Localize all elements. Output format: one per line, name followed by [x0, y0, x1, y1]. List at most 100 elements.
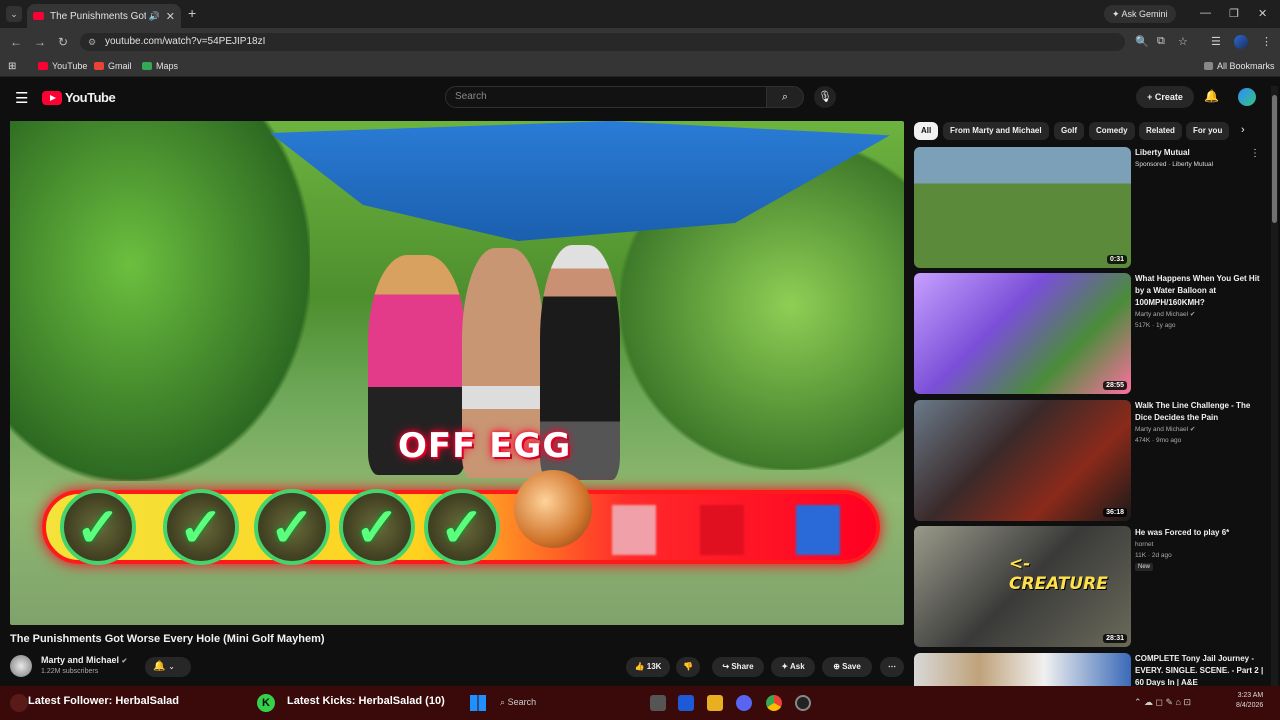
- thumbs-down-icon: 👎: [683, 662, 693, 671]
- task-view-icon[interactable]: [650, 695, 666, 711]
- more-actions-button[interactable]: ⋯: [880, 657, 904, 677]
- app-icon[interactable]: [678, 695, 694, 711]
- forward-icon[interactable]: →: [34, 35, 46, 49]
- recommendation-title[interactable]: What Happens When You Get Hit by a Water…: [1135, 273, 1267, 309]
- create-button[interactable]: + Create: [1136, 86, 1194, 108]
- egg-icon: [514, 470, 592, 548]
- save-button[interactable]: ⊕ Save: [822, 657, 872, 677]
- chrome-icon[interactable]: [766, 695, 782, 711]
- channel-name[interactable]: Marty and Michael ✔: [41, 655, 127, 665]
- bookmarks-bar: [0, 56, 1280, 77]
- search-icon: ⌕: [781, 91, 789, 103]
- media-controls-icon[interactable]: ☰: [1211, 35, 1221, 48]
- minimize-icon[interactable]: —: [1200, 7, 1211, 19]
- chevron-down-icon: ⌄: [168, 662, 175, 671]
- maximize-icon[interactable]: ❐: [1229, 7, 1239, 20]
- notifications-icon[interactable]: 🔔: [1204, 89, 1219, 103]
- site-info-icon[interactable]: ⚙: [88, 33, 96, 51]
- chip-for-you[interactable]: For you: [1186, 122, 1230, 140]
- save-label: Save: [842, 662, 861, 671]
- kick-icon: K: [257, 694, 275, 712]
- recommendation-thumbnail[interactable]: 28:55: [914, 273, 1131, 394]
- search-input[interactable]: Search: [445, 86, 767, 108]
- new-tab-button[interactable]: +: [188, 5, 196, 21]
- share-button[interactable]: ↪ Share: [712, 657, 764, 677]
- check-icon: ✓: [254, 489, 330, 565]
- recommendation-channel[interactable]: Marty and Michael ✔: [1135, 310, 1195, 320]
- like-button[interactable]: 👍 13K: [626, 657, 670, 677]
- taskbar-clock[interactable]: 3:23 AM 8/4/2026: [1236, 691, 1263, 711]
- reload-icon[interactable]: ↻: [58, 35, 68, 49]
- duration-badge: 36:18: [1103, 508, 1127, 517]
- check-icon: ✓: [339, 489, 415, 565]
- chrome-menu-icon[interactable]: ⋮: [1261, 35, 1272, 48]
- thumbs-up-icon: 👍: [634, 662, 645, 671]
- install-app-icon[interactable]: ⧉: [1157, 35, 1165, 48]
- bookmark-star-icon[interactable]: ☆: [1178, 35, 1188, 48]
- recommendation-title[interactable]: Liberty Mutual: [1135, 147, 1267, 159]
- more-options-icon[interactable]: ⋮: [1250, 148, 1260, 159]
- recommendation-title[interactable]: Walk The Line Challenge - The Dice Decid…: [1135, 400, 1267, 424]
- thumbnail-text: <- CREATURE: [1009, 554, 1108, 594]
- close-window-icon[interactable]: ✕: [1258, 7, 1267, 20]
- ask-button[interactable]: ✦ Ask: [771, 657, 815, 677]
- chip-all[interactable]: All: [914, 122, 939, 140]
- bookmark-youtube[interactable]: YouTube: [38, 61, 87, 71]
- ask-gemini-button[interactable]: ✦ Ask Gemini: [1104, 5, 1176, 23]
- profile-avatar[interactable]: [1234, 35, 1248, 49]
- stream-overlay-bar: [0, 686, 1280, 720]
- tab-active[interactable]: The Punishments Got Worse 🔊 ✕: [27, 4, 181, 28]
- file-explorer-icon[interactable]: [707, 695, 723, 711]
- bookmark-gmail[interactable]: Gmail: [94, 61, 132, 71]
- taskbar-search[interactable]: ⌕ Search: [500, 697, 536, 708]
- recommendation-title[interactable]: COMPLETE Tony Jail Journey - EVERY. SING…: [1135, 653, 1267, 686]
- search-icon: ⌕: [500, 697, 506, 707]
- recommendation-channel[interactable]: Marty and Michael ✔: [1135, 425, 1195, 435]
- chip-from-channel[interactable]: From Marty and Michael: [943, 122, 1049, 140]
- recommendation-title[interactable]: He was Forced to play 6*: [1135, 527, 1267, 539]
- scrollbar-thumb[interactable]: [1272, 95, 1277, 223]
- tab-title: The Punishments Got Worse: [50, 10, 146, 22]
- blurred-item: [700, 505, 744, 555]
- share-icon: ↪: [722, 662, 730, 671]
- recommendation-thumbnail[interactable]: 36:18: [914, 400, 1131, 521]
- youtube-logo[interactable]: YouTube: [42, 90, 116, 105]
- taskbar-search-label: Search: [507, 697, 537, 707]
- chevron-right-icon[interactable]: ›: [1241, 124, 1245, 136]
- apps-grid-icon[interactable]: ⊞: [8, 61, 16, 72]
- obs-icon[interactable]: [795, 695, 811, 711]
- search-button[interactable]: ⌕: [766, 86, 804, 108]
- folder-icon: [1204, 62, 1213, 70]
- channel-avatar[interactable]: [10, 655, 32, 677]
- new-badge: New: [1135, 563, 1154, 571]
- recommendation-thumbnail[interactable]: <- CREATURE 28:31: [914, 526, 1131, 647]
- tray-icons[interactable]: ⌃ ☁ ◻ ✎ ⌂ ⊡: [1134, 697, 1191, 708]
- all-bookmarks-button[interactable]: All Bookmarks: [1204, 61, 1275, 71]
- voice-search-button[interactable]: 🎙: [814, 86, 836, 108]
- recommendation-thumbnail[interactable]: [914, 653, 1131, 686]
- windows-start-icon[interactable]: [470, 695, 486, 711]
- close-tab-icon[interactable]: ✕: [166, 10, 175, 23]
- recommendation-thumbnail[interactable]: 0:31: [914, 147, 1131, 268]
- speaker-icon[interactable]: 🔊: [149, 11, 160, 22]
- chip-golf[interactable]: Golf: [1054, 122, 1084, 140]
- menu-icon[interactable]: ☰: [15, 89, 28, 107]
- chip-related[interactable]: Related: [1139, 122, 1182, 140]
- all-bookmarks-label: All Bookmarks: [1217, 61, 1275, 71]
- zoom-icon[interactable]: 🔍: [1135, 35, 1149, 48]
- bookmark-maps[interactable]: Maps: [142, 61, 178, 71]
- back-icon[interactable]: ←: [10, 35, 22, 49]
- thumbnail-palm-left: [10, 121, 310, 481]
- recommendation-channel[interactable]: hornet: [1135, 540, 1153, 550]
- video-overlay-text: OFF EGG: [398, 426, 572, 466]
- verified-icon: ✔: [1189, 311, 1196, 318]
- dislike-button[interactable]: 👎: [676, 657, 700, 677]
- tab-search-button[interactable]: ⌄: [6, 6, 22, 22]
- address-bar[interactable]: ⚙ youtube.com/watch?v=54PEJIP18zI: [80, 33, 1125, 51]
- chip-comedy[interactable]: Comedy: [1089, 122, 1135, 140]
- subscription-bell-button[interactable]: 🔔 ⌄: [145, 657, 191, 677]
- discord-icon[interactable]: [736, 695, 752, 711]
- account-avatar[interactable]: [1238, 88, 1256, 106]
- verified-icon: ✔: [1189, 426, 1196, 433]
- follower-icon: [10, 694, 28, 712]
